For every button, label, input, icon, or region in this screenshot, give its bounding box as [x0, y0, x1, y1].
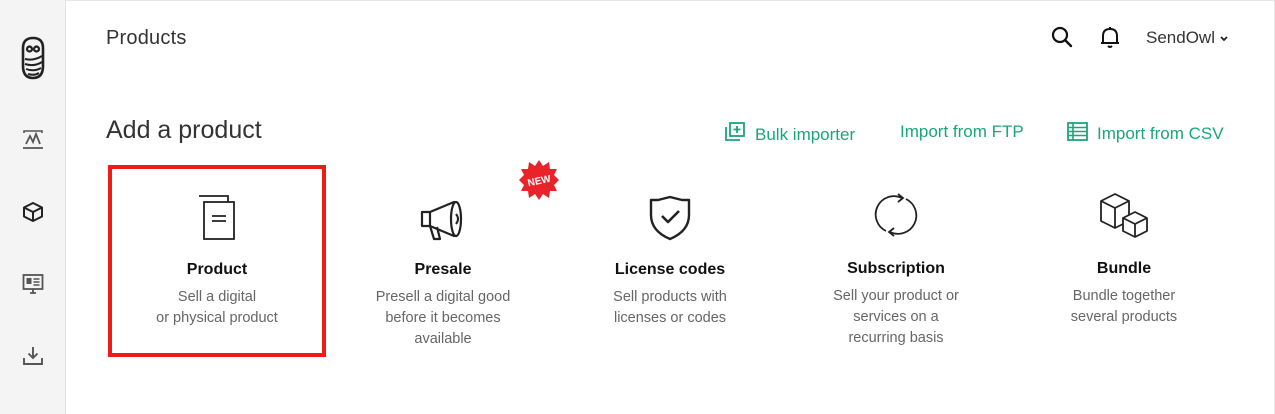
- card-description: Sell products with licenses or codes: [613, 289, 727, 326]
- page-title: Products: [106, 27, 187, 49]
- owl-logo-icon: [19, 36, 47, 80]
- sidebar-item-products[interactable]: [0, 201, 66, 223]
- bulk-importer-link[interactable]: Bulk importer: [724, 122, 855, 147]
- card-title: Presale: [414, 261, 472, 278]
- card-title: Subscription: [847, 260, 945, 277]
- bulk-importer-label: Bulk importer: [755, 124, 856, 144]
- storefront-icon: [22, 273, 44, 295]
- main-content: Products SendOwl Add a product Bulk impo…: [66, 0, 1275, 414]
- account-menu[interactable]: SendOwl: [1146, 28, 1229, 48]
- chevron-down-icon: [1219, 28, 1229, 48]
- shield-check-icon: [565, 195, 775, 241]
- card-title: Bundle: [1096, 260, 1152, 277]
- sidebar-item-analytics[interactable]: [0, 130, 66, 150]
- card-description: Presell a digital good before it becomes…: [375, 289, 511, 347]
- box-icon: [22, 201, 44, 223]
- sidebar-item-storefront[interactable]: [0, 273, 66, 295]
- import-ftp-link[interactable]: Import from FTP: [900, 122, 1024, 142]
- boxes-icon: [1019, 191, 1229, 239]
- bulk-import-icon: [724, 122, 746, 147]
- card-description: Sell a digital or physical product: [156, 289, 278, 326]
- card-title: License codes: [614, 261, 726, 278]
- analytics-icon: [22, 130, 44, 150]
- notification-bell-icon[interactable]: [1098, 25, 1122, 54]
- section-title: Add a product: [106, 116, 262, 144]
- product-type-card-product[interactable]: Product Sell a digital or physical produ…: [108, 165, 326, 357]
- sidebar: [0, 0, 66, 414]
- product-type-card-subscription[interactable]: Subscription Sell your product or servic…: [791, 169, 1001, 353]
- card-description: Bundle together several products: [1070, 288, 1178, 325]
- account-name: SendOwl: [1146, 28, 1215, 47]
- card-description: Sell your product or services on a recur…: [833, 288, 959, 346]
- sidebar-item-home[interactable]: [0, 36, 66, 80]
- import-csv-link[interactable]: Import from CSV: [1067, 122, 1224, 146]
- csv-table-icon: [1067, 122, 1088, 146]
- recurring-icon: [791, 191, 1001, 239]
- card-title: Product: [186, 261, 248, 278]
- search-icon[interactable]: [1050, 25, 1074, 54]
- megaphone-icon: [338, 199, 548, 241]
- document-icon: [112, 193, 322, 241]
- import-csv-label: Import from CSV: [1097, 124, 1224, 143]
- product-type-card-presale[interactable]: Presale Presell a digital good before it…: [338, 169, 548, 353]
- product-type-card-license-codes[interactable]: License codes Sell products with license…: [565, 169, 775, 353]
- import-ftp-label: Import from FTP: [900, 122, 1024, 141]
- product-type-card-bundle[interactable]: Bundle Bundle together several products: [1019, 169, 1229, 353]
- sidebar-item-downloads[interactable]: [0, 345, 66, 367]
- download-icon: [22, 345, 44, 367]
